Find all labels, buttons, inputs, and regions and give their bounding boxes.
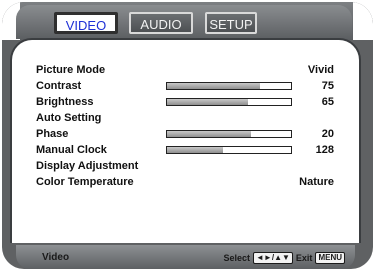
menu-item-manual-clock[interactable]: Manual Clock 128 (36, 142, 334, 158)
contrast-slider[interactable] (166, 82, 292, 90)
menu-item-color-temperature[interactable]: Color Temperature Nature (36, 174, 334, 190)
contrast-slider-fill (167, 83, 260, 89)
navigation-arrows-icon: ◄►/▲▼ (253, 252, 293, 264)
menu-item-phase[interactable]: Phase 20 (36, 126, 334, 142)
menu-item-label: Color Temperature (36, 176, 134, 188)
menu-item-brightness[interactable]: Brightness 65 (36, 94, 334, 110)
menu-item-value: Nature (299, 176, 334, 188)
menu-item-label: Picture Mode (36, 64, 106, 76)
menu-key-icon: MENU (315, 252, 345, 264)
tab-video-label: VIDEO (65, 18, 107, 33)
tab-audio-label: AUDIO (140, 17, 182, 32)
select-label: Select (223, 253, 251, 263)
current-section-label: Video (42, 252, 70, 263)
menu-item-value: 20 (321, 128, 334, 140)
brightness-slider-fill (167, 99, 248, 105)
menu-item-auto-setting[interactable]: Auto Setting (36, 110, 334, 126)
menu-item-label: Auto Setting (36, 112, 102, 124)
frame-corner-right (353, 2, 373, 40)
tab-setup[interactable]: SETUP (205, 12, 257, 34)
manual-clock-slider-fill (167, 147, 223, 153)
menu-item-label: Display Adjustment (36, 160, 139, 172)
menu-item-label: Contrast (36, 80, 82, 92)
help-bar: Select ◄►/▲▼ Exit MENU (223, 252, 345, 264)
tab-video[interactable]: VIDEO (54, 12, 118, 34)
menu-item-label: Manual Clock (36, 144, 107, 156)
manual-clock-slider[interactable] (166, 146, 292, 154)
menu-item-label: Phase (36, 128, 69, 140)
tab-setup-label: SETUP (209, 17, 253, 32)
phase-slider-fill (167, 131, 252, 137)
brightness-slider[interactable] (166, 98, 292, 106)
tab-audio[interactable]: AUDIO (129, 12, 193, 34)
menu-item-value: Vivid (307, 64, 334, 76)
phase-slider[interactable] (166, 130, 292, 138)
exit-label: Exit (295, 253, 313, 263)
menu-item-contrast[interactable]: Contrast 75 (36, 78, 334, 94)
menu-item-picture-mode[interactable]: Picture Mode Vivid (36, 62, 334, 78)
menu-item-display-adjustment[interactable]: Display Adjustment (36, 158, 334, 174)
menu-item-value: 128 (315, 144, 334, 156)
menu-item-value: 65 (321, 96, 334, 108)
menu-item-label: Brightness (36, 96, 94, 108)
menu-item-value: 75 (321, 80, 334, 92)
